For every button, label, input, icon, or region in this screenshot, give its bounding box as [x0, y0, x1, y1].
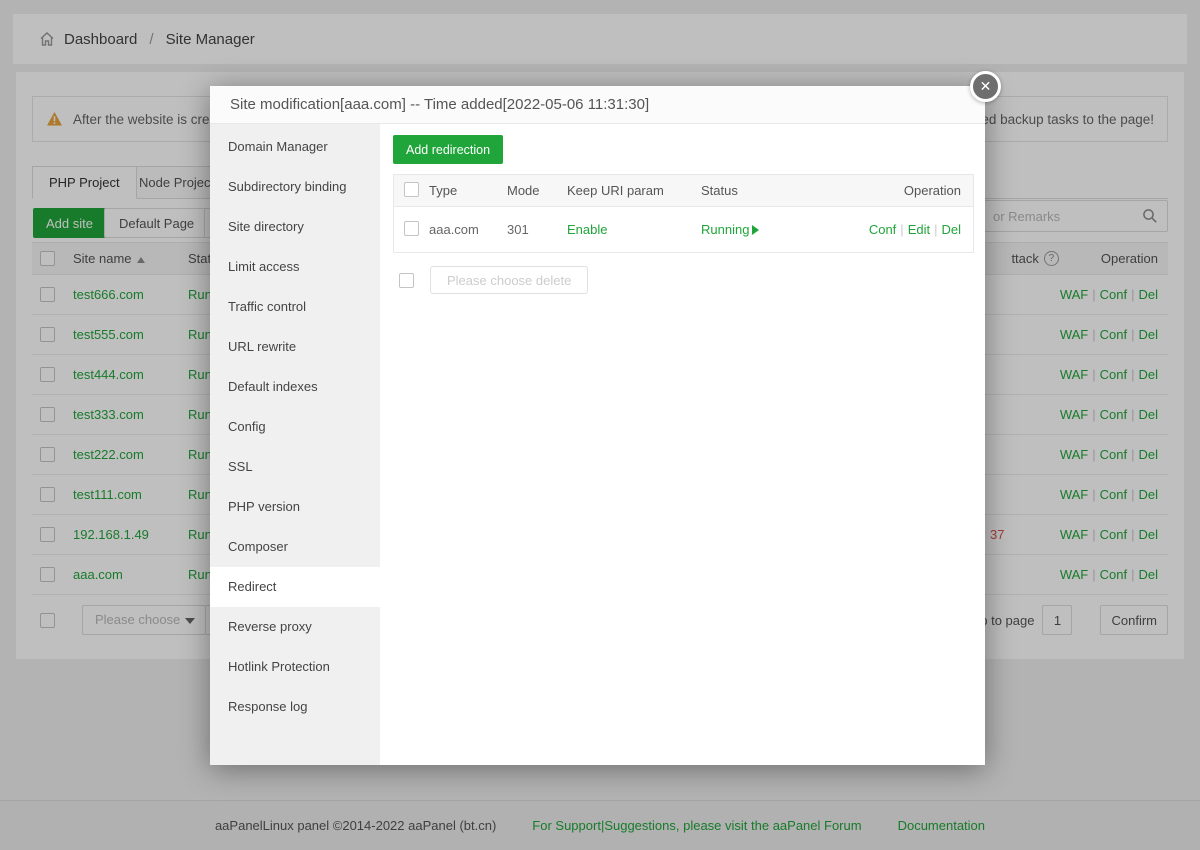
modal-menu-redirect[interactable]: Redirect: [210, 567, 380, 607]
op-separator: |: [934, 222, 937, 237]
redirection-row: aaa.com 301 Enable Running Conf | Edit | Del: [394, 207, 973, 252]
choose-delete-button[interactable]: Please choose delete: [430, 266, 588, 294]
modal-menu-response-log[interactable]: Response log: [210, 687, 380, 727]
column-type: Type: [429, 183, 507, 198]
modal-menu-domain-manager[interactable]: Domain Manager: [210, 127, 380, 167]
edit-link[interactable]: Edit: [908, 222, 930, 237]
modal-menu-reverse-proxy[interactable]: Reverse proxy: [210, 607, 380, 647]
modal-menu-composer[interactable]: Composer: [210, 527, 380, 567]
column-operation: Operation: [851, 183, 973, 198]
modal-menu-ssl[interactable]: SSL: [210, 447, 380, 487]
modal-menu-default-indexes[interactable]: Default indexes: [210, 367, 380, 407]
modal-delete-controls: Please choose delete: [393, 266, 974, 294]
modal-menu-subdirectory-binding[interactable]: Subdirectory binding: [210, 167, 380, 207]
modal-menu-php-version[interactable]: PHP version: [210, 487, 380, 527]
play-icon: [752, 225, 759, 235]
conf-link[interactable]: Conf: [869, 222, 896, 237]
modal-menu-traffic-control[interactable]: Traffic control: [210, 287, 380, 327]
redirection-mode: 301: [507, 222, 567, 237]
modal-menu-config[interactable]: Config: [210, 407, 380, 447]
column-keep-uri: Keep URI param: [567, 183, 701, 198]
column-mode: Mode: [507, 183, 567, 198]
redirection-type: aaa.com: [429, 222, 507, 237]
redirection-table: Type Mode Keep URI param Status Operatio…: [393, 174, 974, 253]
site-modification-modal: ✕ Site modification[aaa.com] -- Time add…: [210, 86, 985, 765]
modal-menu-url-rewrite[interactable]: URL rewrite: [210, 327, 380, 367]
redirection-row-checkbox[interactable]: [404, 221, 419, 236]
add-redirection-button[interactable]: Add redirection: [393, 135, 503, 164]
modal-menu-limit-access[interactable]: Limit access: [210, 247, 380, 287]
del-link[interactable]: Del: [941, 222, 961, 237]
modal-menu-site-directory[interactable]: Site directory: [210, 207, 380, 247]
op-separator: |: [900, 222, 903, 237]
modal-content: Add redirection Type Mode Keep URI param…: [380, 124, 985, 765]
redirection-table-header: Type Mode Keep URI param Status Operatio…: [394, 175, 973, 207]
modal-sidebar: Domain ManagerSubdirectory bindingSite d…: [210, 124, 380, 765]
keep-uri-toggle[interactable]: Enable: [567, 222, 607, 237]
redirection-operations: Conf | Edit | Del: [851, 222, 973, 237]
close-icon[interactable]: ✕: [970, 71, 1001, 102]
delete-select-checkbox[interactable]: [399, 273, 414, 288]
modal-menu-hotlink-protection[interactable]: Hotlink Protection: [210, 647, 380, 687]
modal-title: Site modification[aaa.com] -- Time added…: [210, 86, 985, 124]
column-status: Status: [701, 183, 851, 198]
modal-select-all-checkbox[interactable]: [404, 182, 419, 197]
redirection-status[interactable]: Running: [701, 222, 749, 237]
